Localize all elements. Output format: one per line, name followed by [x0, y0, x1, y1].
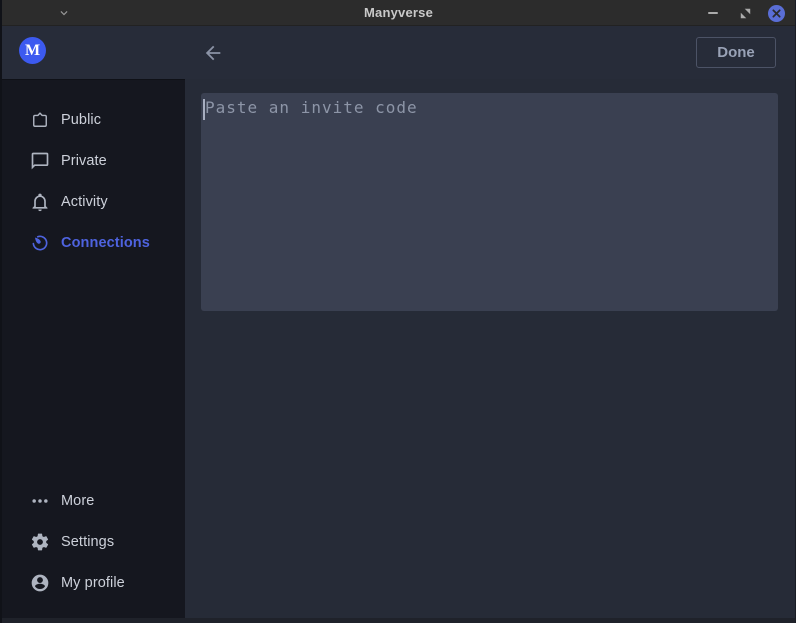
back-button[interactable] [200, 40, 226, 66]
sidebar-item-settings[interactable]: Settings [2, 521, 185, 562]
minimize-button[interactable] [704, 4, 722, 22]
window-controls [704, 0, 785, 26]
sidebar-item-label: More [61, 493, 94, 509]
ellipsis-icon [30, 491, 50, 511]
restore-button[interactable] [736, 4, 754, 22]
sidebar-item-my-profile[interactable]: My profile [2, 562, 185, 603]
sidebar-item-label: Settings [61, 534, 114, 550]
sidebar-item-label: Private [61, 153, 107, 169]
connections-gauge-icon [30, 233, 50, 253]
titlebar: Manyverse [2, 0, 795, 26]
window-title: Manyverse [2, 5, 795, 20]
minimize-icon [708, 12, 718, 14]
sidebar-item-public[interactable]: Public [2, 99, 185, 140]
app-header: M Done [2, 26, 795, 79]
sidebar-spacer [2, 263, 185, 480]
bell-icon [30, 192, 50, 212]
text-caret [203, 99, 205, 120]
bulletin-board-icon [30, 110, 50, 130]
invite-code-box [201, 93, 778, 311]
app-body: Public Private Activity [2, 79, 795, 623]
close-icon [772, 9, 781, 18]
sidebar-item-label: Activity [61, 194, 108, 210]
manyverse-logo[interactable]: M [19, 37, 46, 64]
message-icon [30, 151, 50, 171]
sidebar-item-label: Connections [61, 235, 150, 251]
logo-letter: M [25, 42, 40, 60]
restore-icon [740, 8, 751, 19]
app-window: Manyverse M [0, 0, 796, 623]
window-bottom-edge [2, 618, 795, 623]
done-button[interactable]: Done [696, 37, 776, 68]
sidebar-item-activity[interactable]: Activity [2, 181, 185, 222]
sidebar-item-private[interactable]: Private [2, 140, 185, 181]
gear-icon [30, 532, 50, 552]
arrow-left-icon [202, 42, 224, 64]
sidebar-item-more[interactable]: More [2, 480, 185, 521]
close-button[interactable] [768, 5, 785, 22]
main-content [185, 79, 795, 623]
sidebar: Public Private Activity [2, 79, 185, 623]
account-circle-icon [30, 573, 50, 593]
sidebar-item-label: Public [61, 112, 101, 128]
sidebar-item-connections[interactable]: Connections [2, 222, 185, 263]
sidebar-item-label: My profile [61, 575, 125, 591]
invite-code-input[interactable] [201, 93, 778, 311]
